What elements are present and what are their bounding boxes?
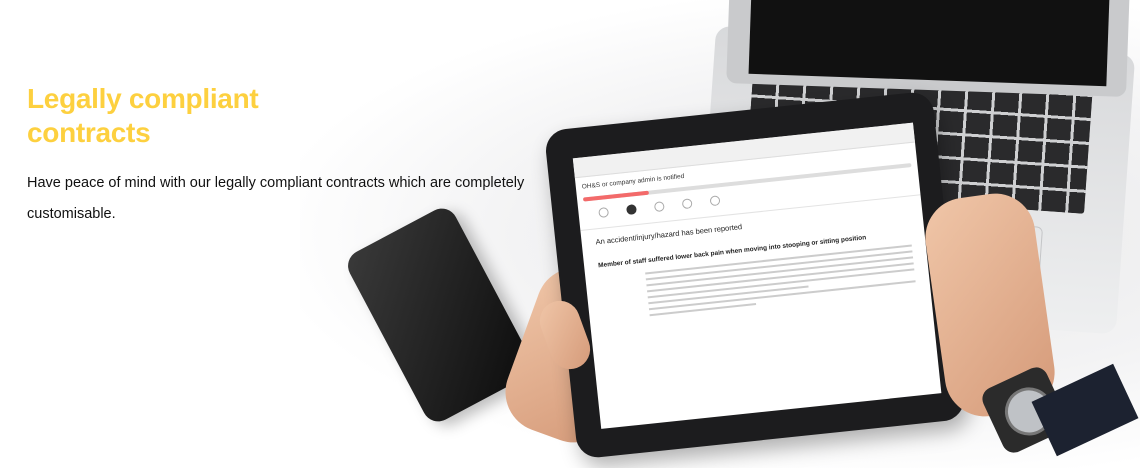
hero-text: Legally compliant contracts Have peace o…: [27, 82, 557, 230]
hero-photo: OH&S or company admin is notified An acc…: [0, 0, 1140, 468]
tablet-screen: OH&S or company admin is notified An acc…: [572, 122, 942, 429]
hero-description: Have peace of mind with our legally comp…: [27, 175, 525, 222]
hero-title: Legally compliant contracts: [27, 82, 557, 150]
hero-title-line1: Legally compliant: [27, 83, 259, 114]
laptop-screen: [726, 0, 1130, 97]
hero-title-line2: contracts: [27, 117, 151, 148]
tablet: OH&S or company admin is notified An acc…: [543, 90, 967, 460]
